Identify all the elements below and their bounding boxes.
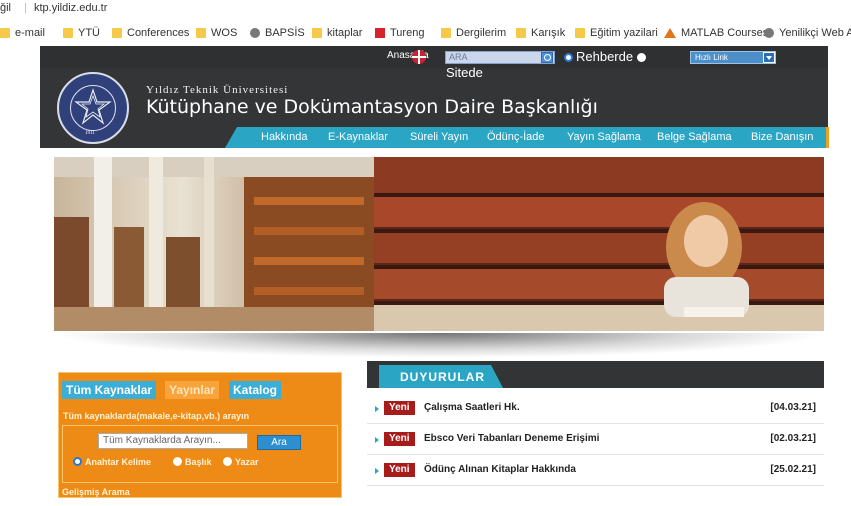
folder-icon [112, 28, 122, 38]
new-badge: Yeni [384, 401, 415, 415]
bookmark-kitaplar[interactable]: kitaplar [312, 26, 362, 40]
bookmark-matlab[interactable]: MATLAB Courses [664, 26, 768, 40]
logo-year: 1911 [85, 131, 95, 136]
bookmark-label: WOS [211, 27, 238, 39]
folder-icon [196, 28, 206, 38]
announcement-link[interactable]: Çalışma Saatleri Hk. [424, 402, 520, 413]
bookmarks-bar: e-mail YTÜ Conferences WOS BAPSİS kitapl… [0, 24, 851, 42]
bookmark-label: Yenilikçi Web Ara [779, 27, 851, 39]
advanced-search-link[interactable]: Gelişmiş Arama [62, 487, 130, 497]
bookmark-label: kitaplar [327, 27, 363, 39]
folder-icon [0, 28, 10, 38]
bullet-icon [375, 468, 379, 474]
folder-icon [516, 28, 526, 38]
list-item[interactable]: Yeni Çalışma Saatleri Hk. [04.03.21] [367, 393, 824, 424]
university-name: Yıldız Teknik Üniversitesi [146, 84, 289, 96]
list-item[interactable]: Yeni Ebsco Veri Tabanları Deneme Erişimi… [367, 424, 824, 455]
bookmark-yenilikci[interactable]: Yenilikçi Web Ara [764, 26, 851, 40]
bookmark-label: Eğitim yazilari [590, 27, 658, 39]
bookmark-karisik[interactable]: Karışık [516, 26, 565, 40]
bookmark-label: YTÜ [78, 27, 100, 39]
english-flag-icon[interactable] [412, 50, 426, 64]
bookmark-label: Dergilerim [456, 27, 507, 39]
announcements-panel: DUYURULAR Yeni Çalışma Saatleri Hk. [04.… [367, 361, 824, 506]
announcement-link[interactable]: Ebsco Veri Tabanları Deneme Erişimi [424, 433, 599, 444]
address-url[interactable]: ktp.yildiz.edu.tr [34, 2, 107, 14]
nav-odunc-iade[interactable]: Ödünç-İade [487, 131, 544, 143]
radio-rehberde[interactable] [564, 53, 573, 62]
globe-icon [250, 28, 260, 38]
matlab-icon [664, 28, 676, 38]
nav-belge-saglama[interactable]: Belge Sağlama [657, 131, 732, 143]
search-widget: Tüm Kaynaklar Yayınlar Katalog Tüm kayna… [58, 372, 342, 498]
library-banner-image [54, 157, 824, 331]
bookmark-label: BAPSİS [265, 27, 305, 39]
announcement-link[interactable]: Ödünç Alınan Kitaplar Hakkında [424, 464, 576, 475]
folder-icon [441, 28, 451, 38]
bookmark-dergilerim[interactable]: Dergilerim [441, 26, 506, 40]
banner-shadow [50, 333, 828, 358]
search-input[interactable]: Tüm Kaynaklarda Arayın... [98, 433, 248, 449]
star-icon [74, 88, 112, 125]
nav-sureli-yayin[interactable]: Süreli Yayın [410, 131, 468, 143]
bookmark-conferences[interactable]: Conferences [112, 26, 189, 40]
radio-baslik[interactable] [173, 457, 182, 466]
bullet-icon [375, 437, 379, 443]
search-button[interactable]: Ara [257, 435, 301, 450]
announcement-date: [25.02.21] [770, 464, 816, 475]
search-icon[interactable] [541, 52, 553, 63]
chevron-down-icon[interactable] [763, 52, 775, 63]
library-photo [54, 157, 824, 331]
new-badge: Yeni [384, 432, 415, 446]
nav-accent-bar [826, 127, 829, 148]
nav-yayin-saglama[interactable]: Yayın Sağlama [567, 131, 641, 143]
radio-yazar-label: Yazar [235, 457, 259, 467]
folder-icon [575, 28, 585, 38]
radio-yazar[interactable] [223, 457, 232, 466]
browser-address-bar[interactable]: ğil | ktp.yildiz.edu.tr [0, 0, 851, 18]
radio-baslik-label: Başlık [185, 457, 212, 467]
university-logo[interactable]: 1911 [57, 72, 129, 144]
new-badge: Yeni [384, 463, 415, 477]
globe-icon [764, 28, 774, 38]
radio-sitede[interactable] [637, 53, 646, 62]
bookmark-wos[interactable]: WOS [196, 26, 237, 40]
bookmark-ytu[interactable]: YTÜ [63, 26, 100, 40]
bookmark-tureng[interactable]: Tureng [375, 26, 424, 40]
site-search-input[interactable]: ARA [445, 51, 555, 64]
bookmark-label: Tureng [390, 27, 425, 39]
announcements-title: DUYURULAR [400, 370, 485, 384]
tab-tum-kaynaklar[interactable]: Tüm Kaynaklar [62, 381, 157, 399]
search-description: Tüm kaynaklarda(makale,e-kitap,vb.) aray… [63, 411, 250, 421]
page-title: Kütüphane ve Dokümantasyon Daire Başkanl… [146, 96, 598, 118]
tab-katalog[interactable]: Katalog [229, 381, 282, 399]
bookmark-label: MATLAB Courses [681, 27, 769, 39]
folder-icon [63, 28, 73, 38]
folder-icon [312, 28, 322, 38]
nav-e-kaynaklar[interactable]: E-Kaynaklar [328, 131, 388, 143]
radio-anahtar-kelime-label: Anahtar Kelime [85, 457, 152, 467]
bookmark-email[interactable]: e-mail [0, 26, 45, 40]
tureng-icon [375, 28, 385, 38]
bookmark-egitim[interactable]: Eğitim yazilari [575, 26, 658, 40]
nav-hakkinda[interactable]: Hakkında [261, 131, 307, 143]
address-prefix: ğil [0, 2, 12, 14]
bullet-icon [375, 406, 379, 412]
radio-sitede-label: Sitede [446, 65, 483, 80]
announcements-header: DUYURULAR [367, 361, 824, 388]
radio-anahtar-kelime[interactable] [73, 457, 82, 466]
bookmark-label: e-mail [15, 27, 45, 39]
address-separator: | [24, 2, 27, 14]
list-item[interactable]: Yeni Ödünç Alınan Kitaplar Hakkında [25.… [367, 455, 824, 486]
announcement-date: [04.03.21] [770, 402, 816, 413]
radio-rehberde-label: Rehberde [576, 49, 634, 64]
tab-yayinlar[interactable]: Yayınlar [165, 381, 220, 399]
nav-bize-danisin[interactable]: Bize Danışın [751, 131, 813, 143]
main-nav: Hakkında E-Kaynaklar Süreli Yayın Ödünç-… [225, 127, 828, 148]
bookmark-bapsis[interactable]: BAPSİS [250, 26, 305, 40]
bookmark-label: Karışık [531, 27, 566, 39]
announcement-date: [02.03.21] [770, 433, 816, 444]
bookmark-label: Conferences [127, 27, 190, 39]
